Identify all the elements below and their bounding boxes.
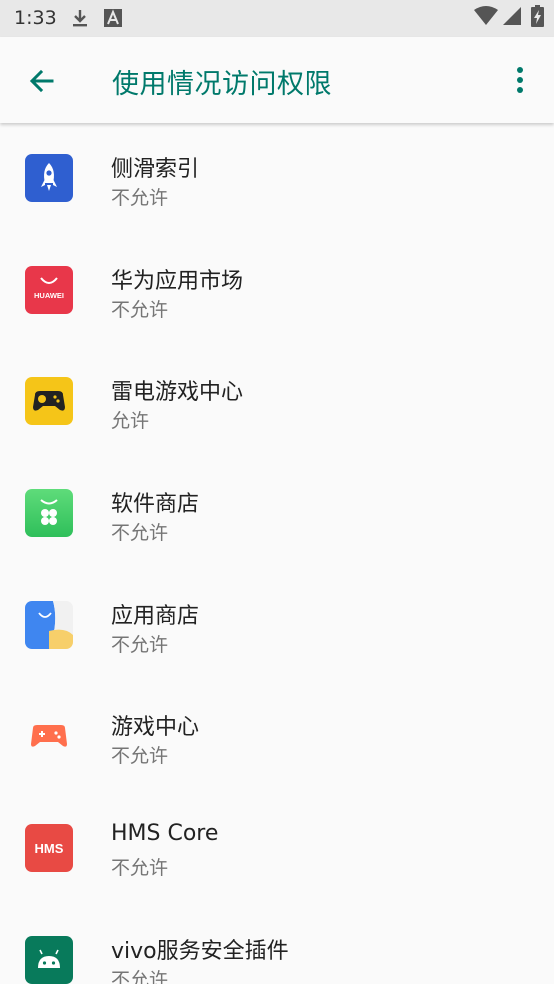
app-name: 软件商店 [111,492,200,518]
app-name: 华为应用市场 [111,268,244,294]
status-time: 1:33 [14,7,57,29]
list-item[interactable]: 应用商店 不允许 [0,570,554,682]
list-item[interactable]: 软件商店 不允许 [0,458,554,570]
app-permission-status: 不允许 [111,968,169,984]
app-store-icon [25,600,73,649]
app-name: 侧滑索引 [111,157,200,182]
app-permission-status: 不允许 [111,298,169,321]
status-bar: 1:33 [0,0,554,37]
wifi-icon [474,6,498,25]
app-name: 游戏中心 [111,715,200,741]
app-bar: 使用情况访问权限 [0,37,554,123]
gamepad-app-icon [25,377,73,426]
list-item[interactable]: vivo服务安全插件 不允许 [0,905,554,984]
download-icon [73,10,87,27]
hms-icon-text: HMS [35,841,64,856]
app-permission-status: 不允许 [111,633,169,656]
app-permission-status: 不允许 [111,522,169,545]
app-name: 雷电游戏中心 [111,380,244,406]
page-title: 使用情况访问权限 [112,69,332,100]
list-item[interactable]: 侧滑索引 不允许 [0,123,554,235]
app-permission-status: 不允许 [111,857,169,880]
app-name: 应用商店 [111,603,200,629]
rocket-app-icon [25,154,73,202]
signal-icon [503,7,521,25]
more-vert-icon[interactable] [506,63,534,97]
app-list: 侧滑索引 不允许 HUAWEI 华为应用市场 不允许 雷电游戏中心 允许 软件商… [0,123,554,984]
hms-core-icon: HMS [25,824,73,873]
font-a-icon [104,9,122,27]
app-name: vivo服务安全插件 [111,938,289,964]
software-store-icon [25,489,73,538]
app-permission-status: 不允许 [111,745,169,768]
list-item[interactable]: HUAWEI 华为应用市场 不允许 [0,235,554,347]
list-item[interactable]: 雷电游戏中心 允许 [0,346,554,458]
arrow-back-icon[interactable] [22,61,62,101]
huawei-appgallery-icon: HUAWEI [25,265,73,314]
app-permission-status: 不允许 [111,187,169,209]
android-robot-icon [25,935,73,984]
app-name: HMS Core [111,821,219,847]
battery-charging-icon [531,5,544,27]
list-item[interactable]: 游戏中心 不允许 [0,681,554,793]
huawei-icon-text: HUAWEI [34,291,64,300]
game-center-icon [25,712,73,761]
app-permission-status: 允许 [111,410,150,433]
list-item[interactable]: HMS HMS Core 不允许 [0,793,554,905]
